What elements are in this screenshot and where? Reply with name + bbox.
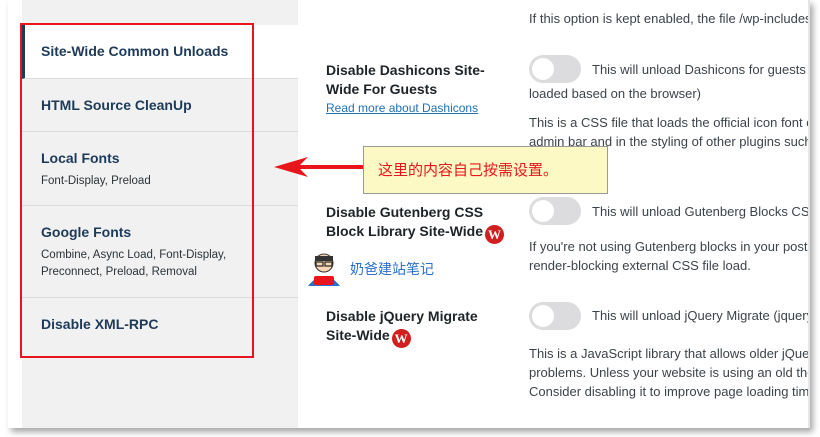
gutenberg-description-1: If you're not using Gutenberg blocks in …: [529, 239, 810, 254]
dashicons-label: Disable Dashicons Site- Wide For Guests: [326, 61, 485, 99]
watermark-text: 奶爸建站笔记: [350, 262, 434, 278]
jquery-migrate-description-3: Consider disabling it to improve page lo…: [529, 384, 810, 399]
dashicons-toggle[interactable]: [529, 55, 581, 83]
gutenberg-description-2: render-blocking external CSS file load.: [529, 258, 751, 273]
jquery-migrate-toggle[interactable]: [529, 302, 581, 330]
screenshot-frame: Site-Wide Common Unloads HTML Source Cle…: [8, 0, 810, 428]
gutenberg-toggle-text: This will unload Gutenberg Blocks CSS f: [592, 204, 810, 219]
dashicons-toggle-text-2: loaded based on the browser): [529, 86, 702, 101]
jquery-migrate-toggle-text: This will unload jQuery Migrate (jquery-: [592, 308, 810, 323]
toggle-knob: [532, 305, 554, 327]
gutenberg-label: Disable Gutenberg CSS Block Library Site…: [326, 203, 505, 244]
annotation-red-box: [20, 23, 254, 358]
toggle-knob: [532, 58, 554, 80]
wordpress-icon: W: [485, 225, 505, 244]
gutenberg-toggle[interactable]: [529, 197, 581, 225]
label-line-2: Block Library Site-Wide: [326, 223, 484, 239]
dashicons-description-1: This is a CSS file that loads the offici…: [529, 115, 810, 130]
label-line-1: Disable Dashicons Site-: [326, 62, 485, 78]
jquery-migrate-description-2: problems. Unless your website is using a…: [529, 365, 810, 380]
label-line-2: Site-Wide: [326, 327, 390, 343]
mascot-icon: [308, 253, 340, 286]
watermark: 奶爸建站笔记: [304, 252, 434, 286]
label-line-1: Disable Gutenberg CSS: [326, 204, 484, 220]
dashicons-read-more-link[interactable]: Read more about Dashicons: [326, 101, 478, 115]
sidebar-top-strip: [22, 0, 298, 25]
scroll-edge: [808, 0, 810, 428]
jquery-migrate-label: Disable jQuery Migrate Site-Wide W: [326, 307, 478, 348]
label-line-1: Disable jQuery Migrate: [326, 308, 478, 324]
annotation-arrow-icon: [274, 157, 366, 177]
annotation-callout: 这里的内容自己按需设置。: [363, 146, 608, 194]
dashicons-toggle-text: This will unload Dashicons for guests (n: [592, 62, 810, 77]
wordpress-icon: W: [391, 329, 411, 348]
intro-text: If this option is kept enabled, the file…: [529, 11, 810, 26]
label-line-2: Wide For Guests: [326, 81, 438, 97]
settings-content: If this option is kept enabled, the file…: [298, 0, 810, 428]
jquery-migrate-description-1: This is a JavaScript library that allows…: [529, 346, 810, 361]
toggle-knob: [532, 200, 554, 222]
